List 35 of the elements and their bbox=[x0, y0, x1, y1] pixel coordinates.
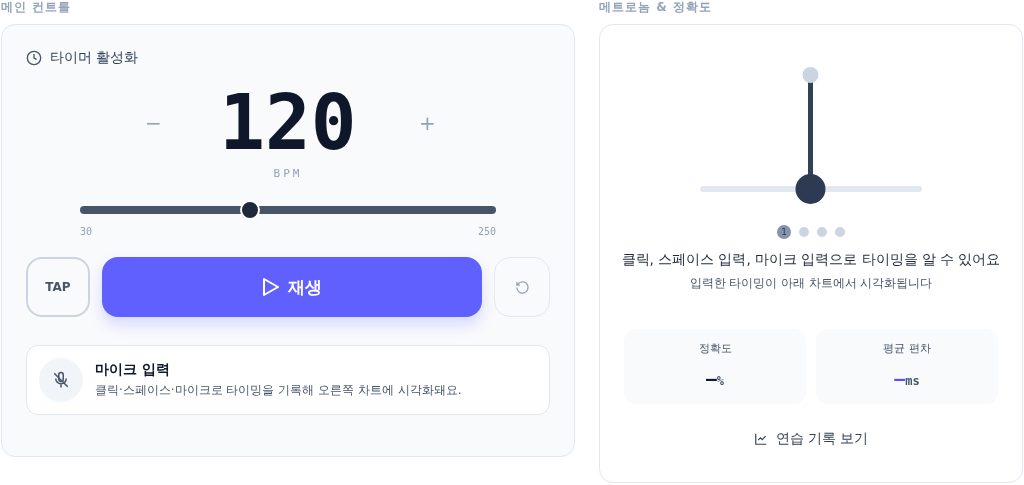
page-dot[interactable] bbox=[817, 227, 827, 237]
clock-icon bbox=[26, 50, 42, 66]
stat-label: 평균 편차 bbox=[883, 341, 931, 356]
stat-value: — bbox=[705, 368, 717, 389]
decrement-button[interactable]: − bbox=[139, 110, 163, 136]
tap-button[interactable]: TAP bbox=[26, 257, 90, 317]
bpm-unit: BPM bbox=[273, 167, 303, 180]
min-label: 30 bbox=[80, 226, 93, 237]
page-dot[interactable] bbox=[835, 227, 845, 237]
reset-button[interactable] bbox=[494, 257, 550, 317]
reset-icon bbox=[514, 279, 530, 295]
stat-unit: % bbox=[716, 374, 725, 388]
headline: 클릭, 스페이스 입력, 마이크 입력으로 타이밍을 알 수 있어요 bbox=[621, 251, 1001, 269]
max-label: 250 bbox=[477, 226, 496, 237]
increment-button[interactable]: + bbox=[413, 110, 437, 136]
stat-label: 정확도 bbox=[698, 341, 732, 356]
play-button[interactable]: 재생 bbox=[102, 257, 482, 317]
timer-label: 타이머 활성화 bbox=[50, 49, 139, 67]
chart-icon bbox=[753, 432, 768, 446]
mic-toggle[interactable] bbox=[39, 358, 83, 402]
bpm-value: 120 bbox=[218, 83, 358, 163]
slider-thumb[interactable] bbox=[240, 200, 261, 220]
mic-off-icon bbox=[52, 371, 70, 389]
stat-unit: ms bbox=[905, 374, 920, 388]
mic-description: 클릭·스페이스·마이크로 타이밍을 기록해 오른쪽 차트에 시각화돼요. bbox=[95, 382, 462, 399]
stat-value: — bbox=[894, 368, 906, 389]
mic-title: 마이크 입력 bbox=[95, 361, 171, 379]
page-dot[interactable]: 1 bbox=[777, 225, 791, 239]
tempo-slider[interactable] bbox=[80, 200, 496, 220]
history-link[interactable]: 연습 기록 보기 bbox=[753, 430, 869, 448]
page-dot[interactable] bbox=[799, 227, 809, 237]
subtitle: 입력한 타이밍이 아래 차트에서 시각화됩니다 bbox=[689, 276, 933, 291]
section-title: 메트로놈 & 정확도 bbox=[599, 0, 713, 16]
section-title: 메인 컨트롤 bbox=[1, 0, 73, 16]
play-icon bbox=[262, 277, 280, 297]
